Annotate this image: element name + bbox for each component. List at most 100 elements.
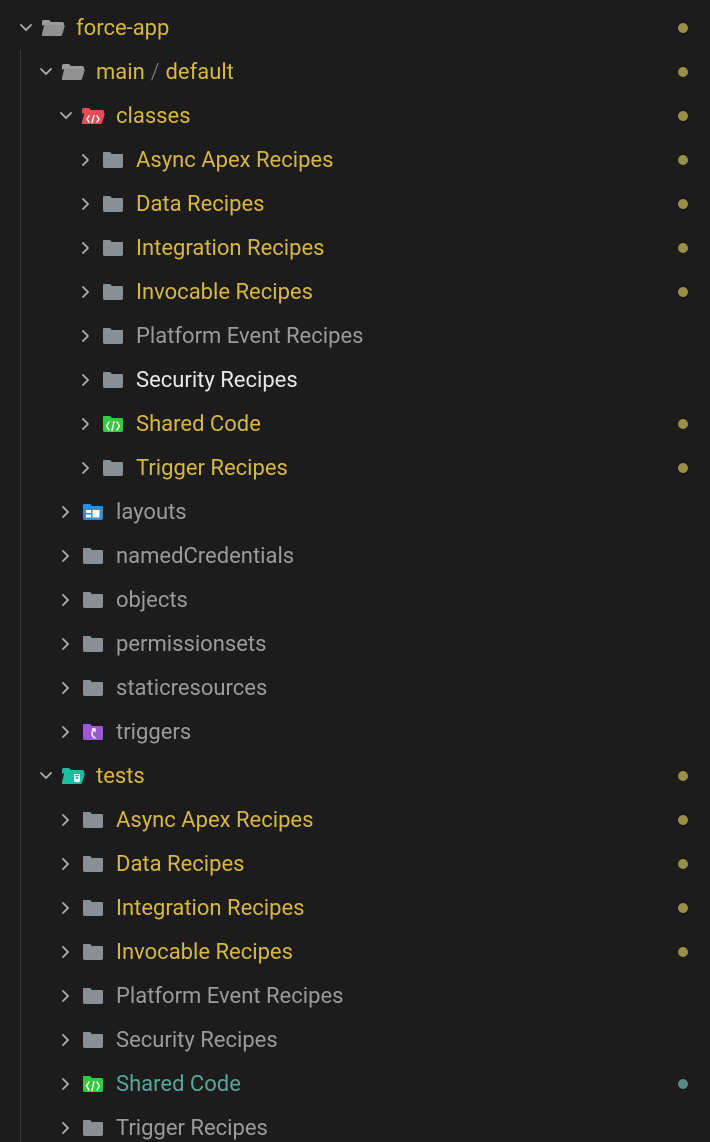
folder-tests-invocable-recipes[interactable]: Invocable Recipes (0, 930, 710, 974)
modified-status-dot (678, 23, 688, 33)
modified-status-dot (678, 111, 688, 121)
folder-icon (60, 765, 86, 787)
folder-icon (80, 721, 106, 743)
folder-icon (100, 281, 126, 303)
folder-objects[interactable]: objects (0, 578, 710, 622)
chevron-right-icon[interactable] (56, 986, 76, 1006)
folder-icon (100, 149, 126, 171)
tree-item-label: Shared Code (136, 412, 261, 437)
folder-tests-security-recipes[interactable]: Security Recipes (0, 1018, 710, 1062)
chevron-right-icon[interactable] (56, 898, 76, 918)
chevron-down-icon[interactable] (36, 62, 56, 82)
modified-status-dot (678, 243, 688, 253)
chevron-right-icon[interactable] (56, 546, 76, 566)
tree-item-label: default (166, 60, 234, 85)
folder-force-app[interactable]: force-app (0, 6, 710, 50)
folder-integration-recipes[interactable]: Integration Recipes (0, 226, 710, 270)
modified-status-dot (678, 771, 688, 781)
chevron-right-icon[interactable] (76, 282, 96, 302)
folder-icon (80, 809, 106, 831)
folder-icon (80, 897, 106, 919)
folder-permissionsets[interactable]: permissionsets (0, 622, 710, 666)
tree-item-label: Security Recipes (136, 368, 298, 393)
folder-main-default[interactable]: main/default (0, 50, 710, 94)
folder-classes[interactable]: classes (0, 94, 710, 138)
chevron-right-icon[interactable] (56, 678, 76, 698)
chevron-right-icon[interactable] (76, 414, 96, 434)
tree-item-label: triggers (116, 720, 191, 745)
chevron-right-icon[interactable] (56, 810, 76, 830)
chevron-right-icon[interactable] (76, 150, 96, 170)
tree-item-label: Security Recipes (116, 1028, 278, 1053)
folder-staticresources[interactable]: staticresources (0, 666, 710, 710)
folder-tests[interactable]: tests (0, 754, 710, 798)
chevron-right-icon[interactable] (56, 502, 76, 522)
chevron-right-icon[interactable] (76, 238, 96, 258)
modified-status-dot (678, 199, 688, 209)
path-separator: / (151, 60, 160, 85)
chevron-right-icon[interactable] (56, 1118, 76, 1138)
chevron-down-icon[interactable] (16, 18, 36, 38)
folder-triggers[interactable]: triggers (0, 710, 710, 754)
folder-icon (80, 633, 106, 655)
folder-invocable-recipes[interactable]: Invocable Recipes (0, 270, 710, 314)
tree-item-label: Shared Code (116, 1072, 241, 1097)
chevron-down-icon[interactable] (56, 106, 76, 126)
chevron-right-icon[interactable] (56, 722, 76, 742)
folder-layouts[interactable]: layouts (0, 490, 710, 534)
folder-platform-event-recipes[interactable]: Platform Event Recipes (0, 314, 710, 358)
folder-icon (80, 105, 106, 127)
chevron-right-icon[interactable] (76, 194, 96, 214)
folder-icon (100, 237, 126, 259)
chevron-right-icon[interactable] (56, 1074, 76, 1094)
folder-named-credentials[interactable]: namedCredentials (0, 534, 710, 578)
tree-item-label: Trigger Recipes (136, 456, 288, 481)
modified-status-dot (678, 419, 688, 429)
folder-icon (60, 61, 86, 83)
tree-item-label: Async Apex Recipes (136, 148, 333, 173)
folder-tests-data-recipes[interactable]: Data Recipes (0, 842, 710, 886)
folder-tests-shared-code[interactable]: Shared Code (0, 1062, 710, 1106)
folder-icon (100, 193, 126, 215)
folder-shared-code[interactable]: Shared Code (0, 402, 710, 446)
tree-item-label: main (96, 60, 145, 85)
folder-icon (40, 17, 66, 39)
tree-item-label: permissionsets (116, 632, 266, 657)
folder-data-recipes[interactable]: Data Recipes (0, 182, 710, 226)
folder-icon (100, 369, 126, 391)
folder-tests-platform-event-recipes[interactable]: Platform Event Recipes (0, 974, 710, 1018)
chevron-right-icon[interactable] (56, 590, 76, 610)
chevron-right-icon[interactable] (56, 1030, 76, 1050)
chevron-down-icon[interactable] (36, 766, 56, 786)
folder-icon (80, 501, 106, 523)
chevron-right-icon[interactable] (76, 326, 96, 346)
tree-item-label: Data Recipes (136, 192, 265, 217)
modified-status-dot (678, 155, 688, 165)
folder-icon (80, 545, 106, 567)
folder-tests-trigger-recipes[interactable]: Trigger Recipes (0, 1106, 710, 1142)
folder-tests-integration-recipes[interactable]: Integration Recipes (0, 886, 710, 930)
tree-item-label: Invocable Recipes (136, 280, 313, 305)
folder-icon (100, 413, 126, 435)
folder-tests-async-apex-recipes[interactable]: Async Apex Recipes (0, 798, 710, 842)
tree-item-label: Integration Recipes (116, 896, 305, 921)
folder-icon (80, 589, 106, 611)
folder-icon (80, 1073, 106, 1095)
tree-item-label: Data Recipes (116, 852, 245, 877)
folder-async-apex-recipes[interactable]: Async Apex Recipes (0, 138, 710, 182)
chevron-right-icon[interactable] (56, 942, 76, 962)
chevron-right-icon[interactable] (56, 854, 76, 874)
modified-status-dot (678, 815, 688, 825)
folder-security-recipes[interactable]: Security Recipes (0, 358, 710, 402)
chevron-right-icon[interactable] (76, 370, 96, 390)
folder-icon (80, 1029, 106, 1051)
modified-status-dot (678, 947, 688, 957)
tree-item-label: tests (96, 764, 145, 789)
chevron-right-icon[interactable] (76, 458, 96, 478)
tree-item-label: classes (116, 104, 191, 129)
folder-trigger-recipes[interactable]: Trigger Recipes (0, 446, 710, 490)
file-tree: force-appmain/defaultclassesAsync Apex R… (0, 0, 710, 1142)
chevron-right-icon[interactable] (56, 634, 76, 654)
modified-status-dot (678, 859, 688, 869)
modified-status-dot (678, 903, 688, 913)
